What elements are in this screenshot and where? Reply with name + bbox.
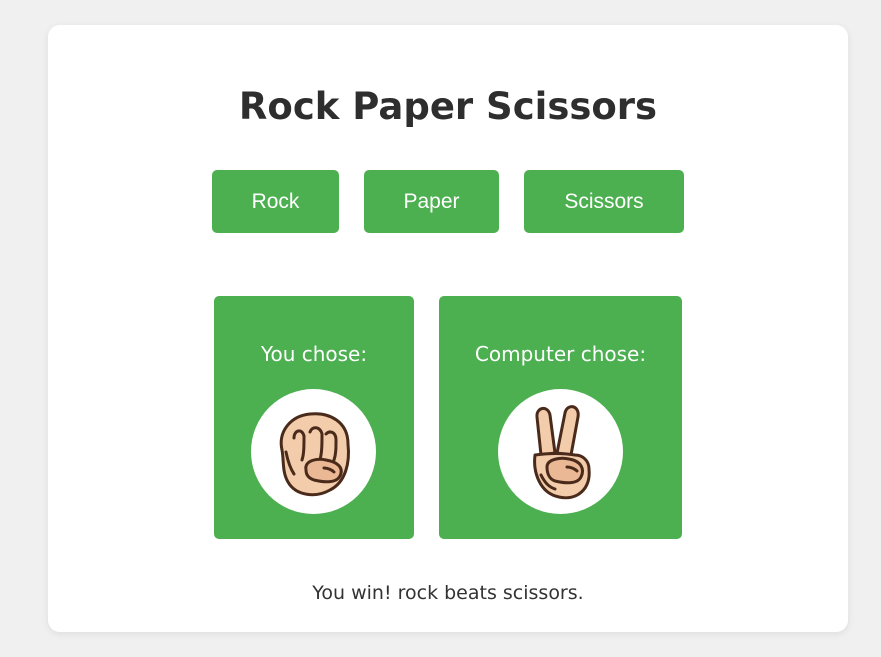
computer-choice-label: Computer chose: [474,342,647,366]
rock-button[interactable]: Rock [212,170,339,233]
player-choice-label: You chose: [260,342,368,366]
result-message: You win! rock beats scissors. [312,582,584,604]
player-choice-circle [251,389,376,514]
scissors-peace-hand-icon [532,404,591,499]
player-choice-panel: You chose: [214,296,414,539]
computer-choice-panel: Computer chose: [439,296,682,539]
computer-choice-circle [498,389,623,514]
scissors-button[interactable]: Scissors [524,170,684,233]
rock-fist-icon [279,411,350,496]
game-title: Rock Paper Scissors [238,85,658,128]
game-card: Rock Paper Scissors Rock Paper Scissors … [48,25,848,632]
paper-button[interactable]: Paper [364,170,499,233]
